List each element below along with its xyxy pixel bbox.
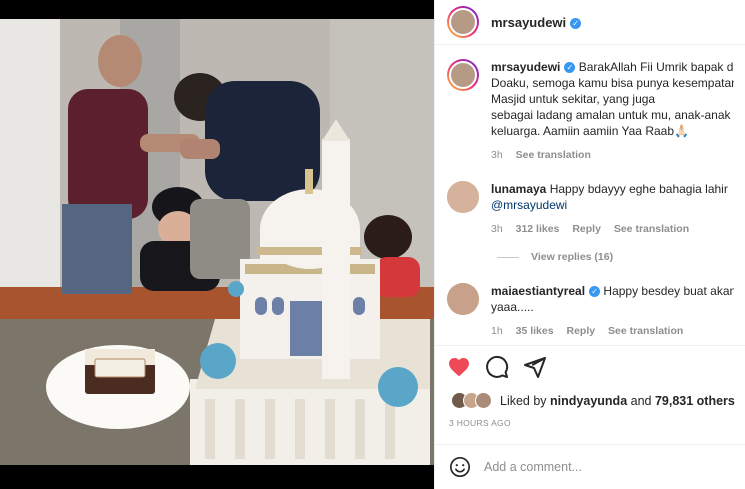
- post-photo[interactable]: [0, 19, 434, 465]
- comment-item: lunamaya Happy bdayyy eghe bahagia lahir…: [435, 181, 745, 237]
- liked-by-prefix: Liked by: [500, 393, 547, 408]
- birthday-cake-photo: [0, 19, 434, 465]
- liked-by-user[interactable]: nindyayunda: [550, 394, 627, 408]
- caption-meta: 3h See translation: [491, 147, 734, 163]
- heart-icon[interactable]: [447, 355, 471, 379]
- comment-time[interactable]: 3h: [491, 223, 503, 235]
- view-replies-button[interactable]: View replies (16): [497, 251, 613, 263]
- comment-time[interactable]: 1h: [491, 325, 503, 337]
- caption-body: mrsayudewi ✓ BarakAllah Fii Umrik bapak d…: [491, 59, 734, 163]
- add-comment-input[interactable]: [484, 460, 724, 474]
- post-actions: Liked by nindyayunda and 79,831 others: [435, 345, 745, 445]
- author-avatar[interactable]: [447, 6, 479, 38]
- comment-see-translation[interactable]: See translation: [608, 325, 683, 337]
- caption-line-4: sebagai ladang amalan untuk mu, anak-ana…: [491, 108, 734, 122]
- caption-see-translation[interactable]: See translation: [516, 149, 591, 161]
- comment-likes[interactable]: 312 likes: [516, 223, 560, 235]
- comment-text-line-2: yaaa.....: [491, 300, 534, 314]
- comment-author-avatar[interactable]: [447, 283, 479, 315]
- media-letterbox-top: [0, 0, 434, 19]
- comment-see-translation[interactable]: See translation: [614, 223, 689, 235]
- caption-username[interactable]: mrsayudewi: [491, 60, 560, 74]
- post-media-column: [0, 0, 434, 489]
- comments-section[interactable]: mrsayudewi ✓ BarakAllah Fii Umrik bapak d…: [435, 45, 745, 345]
- caption-time[interactable]: 3h: [491, 149, 503, 161]
- comment-mention[interactable]: @mrsayudewi: [491, 197, 734, 213]
- liker-avatars: [451, 392, 492, 409]
- liked-by-others[interactable]: 79,831 others: [655, 394, 735, 408]
- liked-by-and: and: [630, 393, 652, 408]
- verified-badge-icon: ✓: [589, 286, 601, 298]
- share-icon[interactable]: [523, 355, 547, 379]
- caption-line-1: BarakAllah Fii Umrik bapak dari: [578, 60, 734, 74]
- comment-likes[interactable]: 35 likes: [516, 325, 554, 337]
- media-letterbox-bottom: [0, 465, 434, 489]
- post-timestamp[interactable]: 3 HOURS AGO: [449, 418, 511, 428]
- comment-body: maiaestiantyreal ✓ Happy besdey buat akan…: [491, 283, 734, 339]
- post-header: mrsayudewi ✓: [435, 0, 745, 45]
- comment-username[interactable]: maiaestiantyreal: [491, 284, 585, 298]
- emoji-icon[interactable]: [449, 456, 471, 478]
- verified-badge-icon: ✓: [564, 62, 576, 74]
- caption-comment: mrsayudewi ✓ BarakAllah Fii Umrik bapak d…: [435, 59, 745, 163]
- action-icons-row: [447, 355, 547, 379]
- comment-text-line-1: Happy besdey buat akang t: [603, 284, 734, 298]
- view-replies-label: View replies (16): [531, 251, 614, 263]
- comment-body: lunamaya Happy bdayyy eghe bahagia lahir…: [491, 181, 734, 237]
- comment-author-avatar[interactable]: [447, 181, 479, 213]
- caption-line-5: keluarga. Aamiin aamiin Yaa Raab: [491, 124, 674, 138]
- caption-line-3: Masjid untuk sekitar, yang juga: [491, 92, 656, 106]
- comment-icon[interactable]: [485, 355, 509, 379]
- comment-reply-button[interactable]: Reply: [572, 223, 601, 235]
- likes-summary: Liked by nindyayunda and 79,831 others: [451, 392, 735, 409]
- caption-author-avatar[interactable]: [447, 59, 479, 91]
- comment-text-line-1: Happy bdayyy eghe bahagia lahir: [549, 182, 728, 196]
- author-username[interactable]: mrsayudewi ✓: [491, 15, 582, 30]
- caption-line-2: Doaku, semoga kamu bisa punya kesempatan…: [491, 76, 734, 90]
- comment-username[interactable]: lunamaya: [491, 182, 546, 196]
- instagram-post-view: mrsayudewi ✓ mrsayudewi ✓ BarakAllah Fii U…: [0, 0, 745, 489]
- replies-divider: [497, 256, 519, 258]
- post-details-panel: mrsayudewi ✓ mrsayudewi ✓ BarakAllah Fii U…: [434, 0, 745, 489]
- add-comment-bar: [435, 444, 745, 489]
- comment-meta: 3h 312 likes Reply See translation: [491, 221, 734, 237]
- caption-emoji: 🙏🏻: [674, 124, 689, 138]
- comment-meta: 1h 35 likes Reply See translation: [491, 323, 734, 339]
- verified-badge-icon: ✓: [570, 17, 582, 29]
- comment-reply-button[interactable]: Reply: [566, 325, 595, 337]
- comment-item: maiaestiantyreal ✓ Happy besdey buat akan…: [435, 283, 745, 339]
